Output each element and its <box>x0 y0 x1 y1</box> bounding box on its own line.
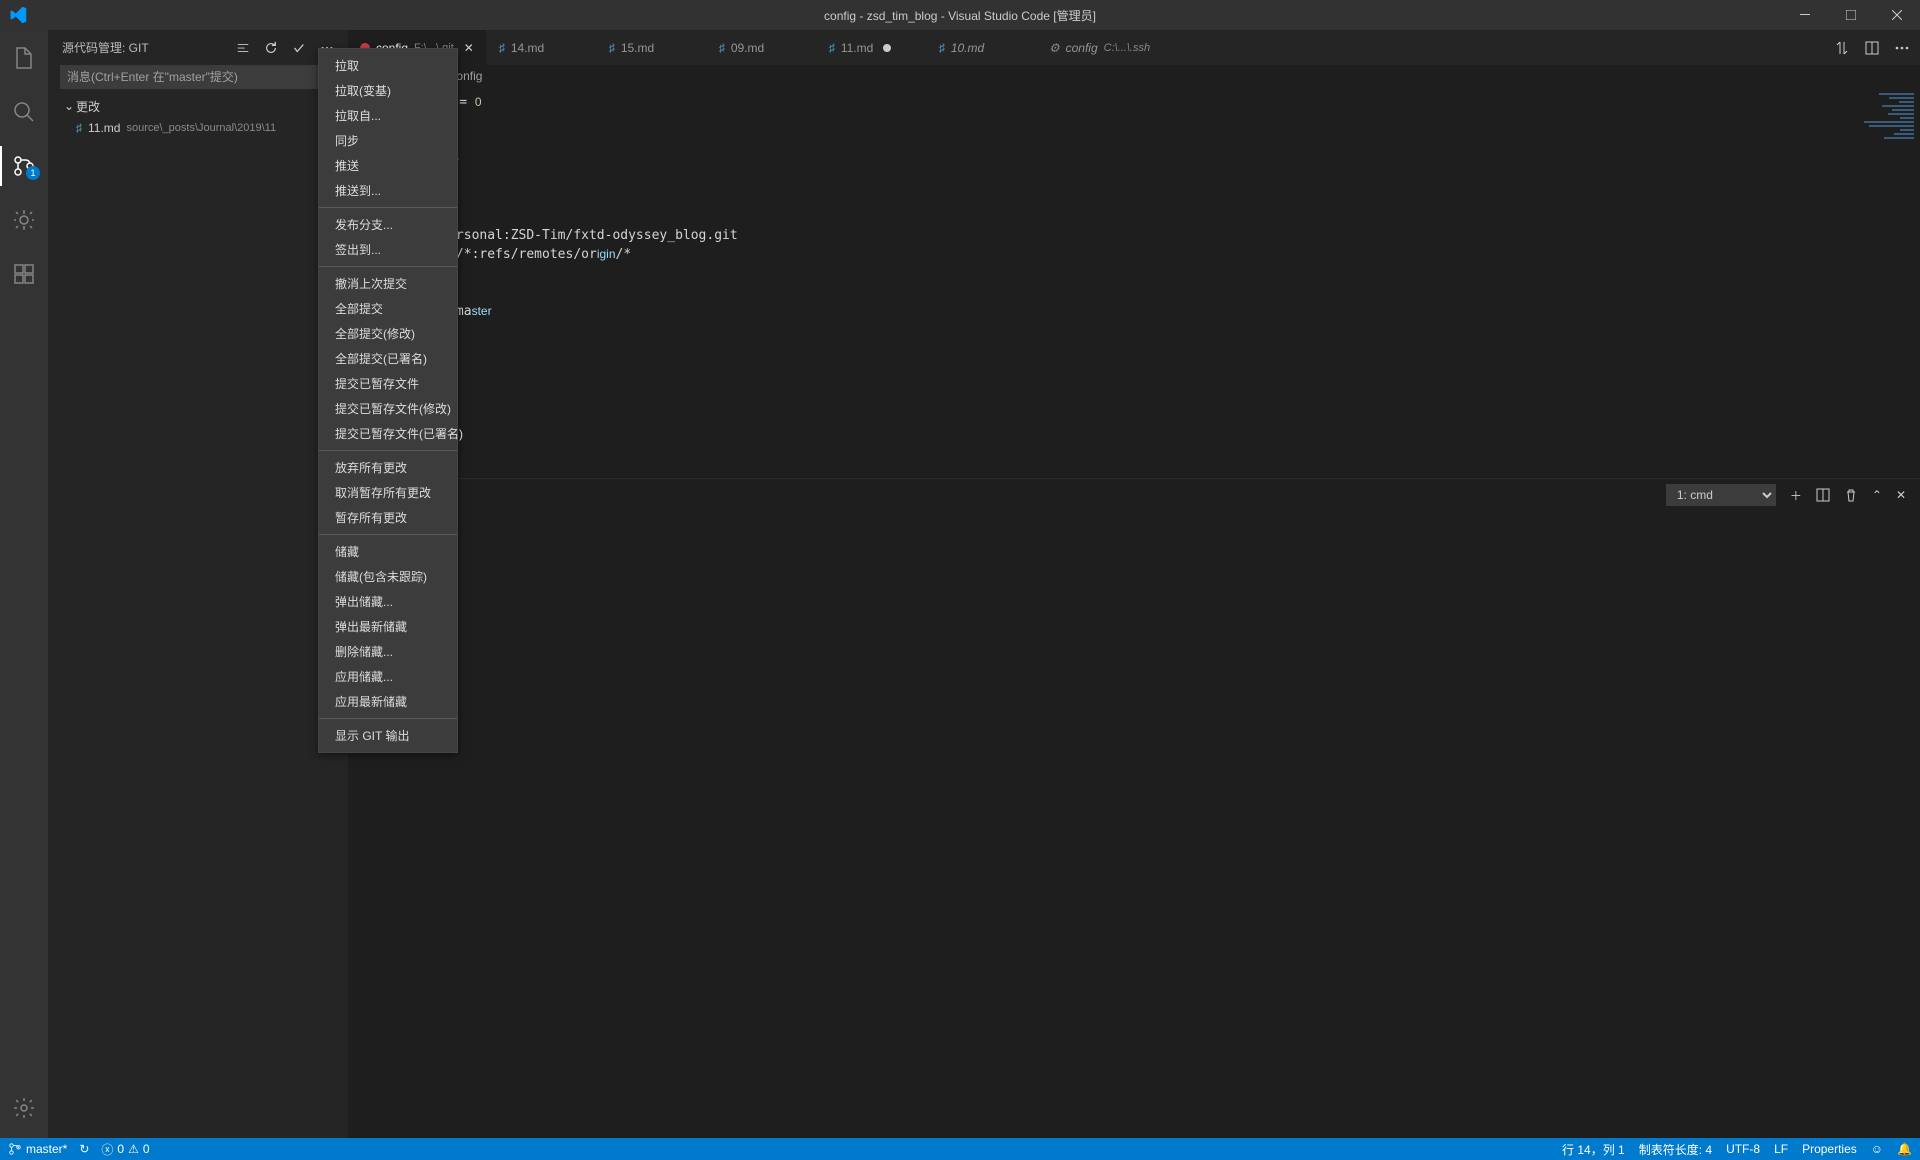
scm-sidebar: 源代码管理: GIT ⌄ 更改 ♯ 11.md source\_posts\Jo… <box>48 30 348 1138</box>
menu-item[interactable]: 显示 GIT 输出 <box>319 723 457 748</box>
modified-dot-icon <box>883 44 891 52</box>
status-language[interactable]: Properties <box>1802 1142 1857 1156</box>
editor-tabs: configF:\...\.git✕ ♯14.md ♯15.md ♯09.md … <box>348 30 1920 65</box>
scm-context-menu: 拉取拉取(变基)拉取自...同步推送推送到... 发布分支...签出到... 撤消上… <box>318 48 458 753</box>
menu-item[interactable]: 拉取 <box>319 53 457 78</box>
status-bar: master* ↻ ⓧ 0 ⚠ 0 行 14，列 1 制表符长度: 4 UTF-… <box>0 1138 1920 1160</box>
activity-bar: 1 <box>0 30 48 1138</box>
split-terminal-icon[interactable] <box>1816 488 1830 502</box>
refresh-icon[interactable] <box>264 41 278 55</box>
menu-item[interactable]: 提交已暂存文件 <box>319 371 457 396</box>
new-terminal-icon[interactable]: ＋ <box>1790 487 1802 504</box>
markdown-icon: ♯ <box>939 41 945 55</box>
menu-item[interactable]: 储藏(包含未跟踪) <box>319 564 457 589</box>
tab-config-ssh[interactable]: ⚙configC:\...\.ssh <box>1037 30 1163 65</box>
source-control-icon[interactable]: 1 <box>0 146 48 186</box>
kill-terminal-icon[interactable] <box>1844 488 1858 502</box>
tab-11md[interactable]: ♯11.md <box>817 30 927 65</box>
menu-item[interactable]: 拉取(变基) <box>319 78 457 103</box>
status-cursor[interactable]: 行 14，列 1 <box>1562 1141 1625 1158</box>
settings-icon: ⚙ <box>1049 41 1060 55</box>
tab-14md[interactable]: ♯14.md <box>487 30 597 65</box>
maximize-panel-icon[interactable]: ⌃ <box>1872 488 1882 502</box>
menu-item[interactable]: 删除储藏... <box>319 639 457 664</box>
more-editor-icon[interactable] <box>1894 40 1910 56</box>
menu-item[interactable]: 同步 <box>319 128 457 153</box>
scm-title: 源代码管理: GIT <box>62 39 149 56</box>
minimap[interactable] <box>1830 87 1920 478</box>
maximize-button[interactable] <box>1828 0 1874 30</box>
menu-item[interactable]: 应用最新储藏 <box>319 689 457 714</box>
tab-09md[interactable]: ♯09.md <box>707 30 817 65</box>
status-feedback-icon[interactable]: ☺ <box>1871 1142 1883 1156</box>
close-tab-icon[interactable]: ✕ <box>464 41 474 55</box>
menu-item[interactable]: 全部提交(修改) <box>319 321 457 346</box>
menu-item[interactable]: 暂存所有更改 <box>319 505 457 530</box>
menu-item[interactable]: 全部提交(已署名) <box>319 346 457 371</box>
menu-item[interactable]: 放弃所有更改 <box>319 455 457 480</box>
scm-header: 源代码管理: GIT <box>48 30 348 65</box>
window-title: config - zsd_tim_blog - Visual Studio Co… <box>824 7 1096 24</box>
menu-item[interactable]: 拉取自... <box>319 103 457 128</box>
status-branch[interactable]: master* <box>8 1142 67 1156</box>
menu-item[interactable]: 取消暂存所有更改 <box>319 480 457 505</box>
menu-item[interactable]: 弹出储藏... <box>319 589 457 614</box>
menu-item[interactable]: 推送到... <box>319 178 457 203</box>
code-editor[interactable]: oryformatversion = 0 e = false false efu… <box>348 87 1830 478</box>
breadcrumb[interactable]: y_blog› .git› config <box>348 65 1920 87</box>
status-encoding[interactable]: UTF-8 <box>1726 1142 1760 1156</box>
scm-badge: 1 <box>26 166 40 180</box>
markdown-icon: ♯ <box>499 41 505 55</box>
vscode-logo-icon <box>0 6 35 24</box>
file-name: 11.md <box>88 121 120 135</box>
menu-item[interactable]: 提交已暂存文件(修改) <box>319 396 457 421</box>
terminal-selector[interactable]: 1: cmd <box>1666 484 1776 506</box>
extensions-icon[interactable] <box>0 254 48 294</box>
changes-label: 更改 <box>76 98 100 115</box>
search-icon[interactable] <box>0 92 48 132</box>
status-indent[interactable]: 制表符长度: 4 <box>1639 1141 1712 1158</box>
changes-section[interactable]: ⌄ 更改 <box>48 95 348 117</box>
markdown-icon: ♯ <box>719 41 725 55</box>
terminal-panel: 终端 终端 1: cmd ＋ ⌃ ✕ <box>348 478 1920 1138</box>
menu-item[interactable]: 提交已暂存文件(已署名) <box>319 421 457 446</box>
menu-item[interactable]: 签出到... <box>319 237 457 262</box>
titlebar: config - zsd_tim_blog - Visual Studio Co… <box>0 0 1920 30</box>
commit-icon[interactable] <box>292 41 306 55</box>
markdown-icon: ♯ <box>829 41 835 55</box>
debug-icon[interactable] <box>0 200 48 240</box>
changed-file[interactable]: ♯ 11.md source\_posts\Journal\2019\11 M <box>48 117 348 139</box>
changes-tree: ⌄ 更改 ♯ 11.md source\_posts\Journal\2019\… <box>48 89 348 139</box>
status-eol[interactable]: LF <box>1774 1142 1788 1156</box>
chevron-down-icon: ⌄ <box>62 99 76 113</box>
split-editor-icon[interactable] <box>1864 40 1880 56</box>
tab-15md[interactable]: ♯15.md <box>597 30 707 65</box>
markdown-icon: ♯ <box>609 41 615 55</box>
status-notifications-icon[interactable]: 🔔 <box>1897 1142 1912 1156</box>
menu-item[interactable]: 推送 <box>319 153 457 178</box>
menu-item[interactable]: 发布分支... <box>319 212 457 237</box>
menu-item[interactable]: 应用储藏... <box>319 664 457 689</box>
settings-gear-icon[interactable] <box>0 1088 48 1128</box>
editor-actions <box>1824 30 1920 65</box>
view-changes-icon[interactable] <box>236 41 250 55</box>
tab-10md[interactable]: ♯10.md <box>927 30 1037 65</box>
editor-area: configF:\...\.git✕ ♯14.md ♯15.md ♯09.md … <box>348 30 1920 1138</box>
close-button[interactable] <box>1874 0 1920 30</box>
commit-message-input[interactable] <box>60 65 336 89</box>
menu-item[interactable]: 撤消上次提交 <box>319 271 457 296</box>
menu-item[interactable]: 弹出最新储藏 <box>319 614 457 639</box>
compare-icon[interactable] <box>1834 40 1850 56</box>
file-path: source\_posts\Journal\2019\11 <box>126 122 276 134</box>
markdown-file-icon: ♯ <box>76 121 82 135</box>
close-panel-icon[interactable]: ✕ <box>1896 488 1906 502</box>
menu-item[interactable]: 全部提交 <box>319 296 457 321</box>
window-controls <box>1782 0 1920 30</box>
menu-item[interactable]: 储藏 <box>319 539 457 564</box>
status-problems[interactable]: ⓧ 0 ⚠ 0 <box>101 1141 149 1158</box>
explorer-icon[interactable] <box>0 38 48 78</box>
status-sync[interactable]: ↻ <box>79 1142 89 1156</box>
minimize-button[interactable] <box>1782 0 1828 30</box>
